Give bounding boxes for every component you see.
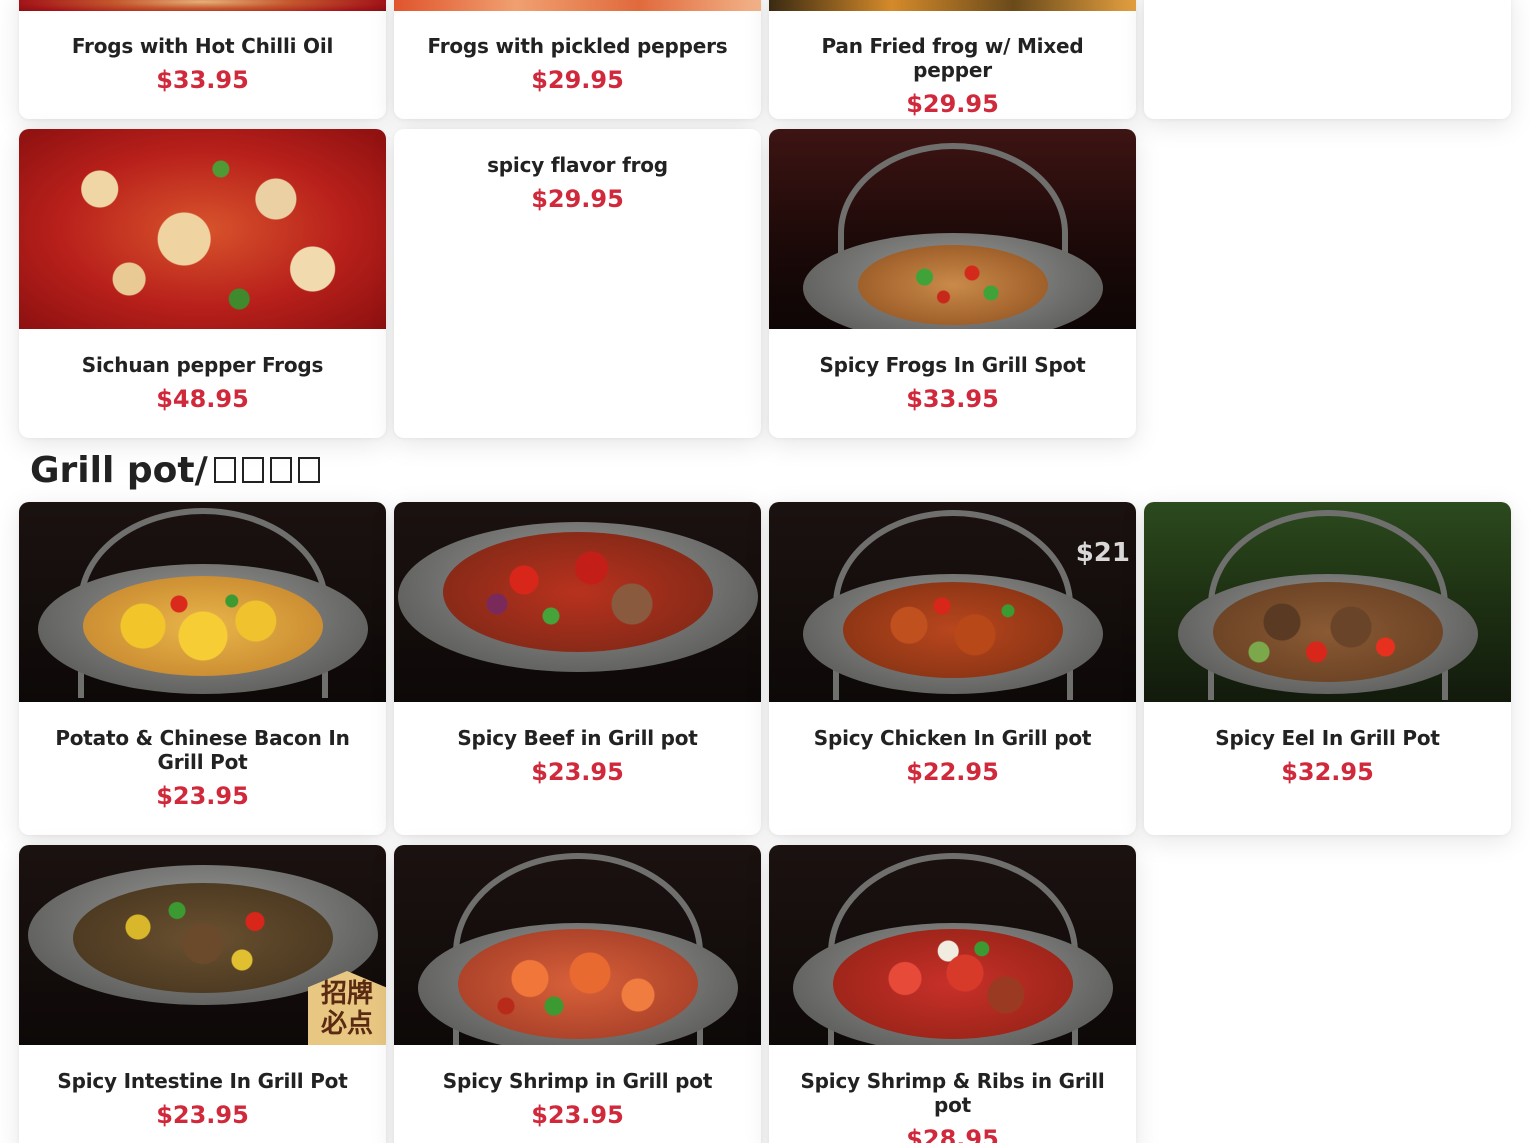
dish-photo: 招牌 必点 xyxy=(19,845,386,1045)
menu-item-card[interactable]: Spicy Frogs In Grill Spot $33.95 xyxy=(769,129,1136,438)
dish-price: $23.95 xyxy=(156,1101,249,1129)
dish-photo xyxy=(19,0,386,11)
dish-name: Frogs with Hot Chilli Oil xyxy=(71,34,334,58)
dish-photo xyxy=(769,129,1136,329)
dish-name: Spicy Intestine In Grill Pot xyxy=(57,1069,348,1093)
missing-glyph-icon xyxy=(213,457,236,483)
dish-name: Potato & Chinese Bacon In Grill Pot xyxy=(55,726,350,774)
menu-item-card-empty xyxy=(1144,0,1511,119)
dish-photo xyxy=(19,129,386,329)
missing-glyph-icon xyxy=(269,457,292,483)
menu-item-card[interactable]: Spicy Beef in Grill pot $23.95 xyxy=(394,502,761,835)
dish-price: $29.95 xyxy=(906,90,999,118)
menu-item-card[interactable]: Sichuan pepper Frogs $48.95 xyxy=(19,129,386,438)
dish-price: $29.95 xyxy=(531,185,624,213)
dish-name: Spicy Eel In Grill Pot xyxy=(1215,726,1440,750)
dish-price: $23.95 xyxy=(531,1101,624,1129)
dish-photo xyxy=(769,845,1136,1045)
dish-name: Spicy Shrimp & Ribs in Grill pot xyxy=(800,1069,1105,1117)
menu-item-card[interactable]: Spicy Shrimp in Grill pot $23.95 xyxy=(394,845,761,1143)
menu-item-card[interactable]: Potato & Chinese Bacon In Grill Pot $23.… xyxy=(19,502,386,835)
missing-glyph-icon xyxy=(241,457,264,483)
menu-item-card[interactable]: Spicy Eel In Grill Pot $32.95 xyxy=(1144,502,1511,835)
dish-photo: $21 xyxy=(769,502,1136,702)
dish-photo xyxy=(394,502,761,702)
dish-name: Frogs with pickled peppers xyxy=(427,34,728,58)
dish-price: $29.95 xyxy=(531,66,624,94)
menu-item-card[interactable]: Pan Fried frog w/ Mixed pepper $29.95 xyxy=(769,0,1136,119)
dish-photo xyxy=(394,845,761,1045)
menu-item-card[interactable]: $21 Spicy Chicken In Grill pot $22.95 xyxy=(769,502,1136,835)
dish-name: Sichuan pepper Frogs xyxy=(81,353,324,377)
photo-price-watermark: $21 xyxy=(1075,538,1130,568)
section-title-text: Grill pot/ xyxy=(30,450,208,491)
dish-price: $48.95 xyxy=(156,385,249,413)
dish-photo xyxy=(1144,502,1511,702)
dish-name: Spicy Beef in Grill pot xyxy=(457,726,698,750)
dish-name: Spicy Chicken In Grill pot xyxy=(813,726,1092,750)
menu-item-card[interactable]: Frogs with Hot Chilli Oil $33.95 xyxy=(19,0,386,119)
dish-photo xyxy=(19,502,386,702)
menu-item-card[interactable]: 招牌 必点 Spicy Intestine In Grill Pot $23.95 xyxy=(19,845,386,1143)
missing-glyph-icon xyxy=(297,457,320,483)
dish-price: $23.95 xyxy=(156,782,249,810)
menu-item-card[interactable]: spicy flavor frog $29.95 xyxy=(394,129,761,438)
dish-price: $33.95 xyxy=(156,66,249,94)
dish-price: $22.95 xyxy=(906,758,999,786)
dish-name: spicy flavor frog xyxy=(487,153,668,177)
dish-name: Spicy Shrimp in Grill pot xyxy=(442,1069,713,1093)
dish-price: $23.95 xyxy=(531,758,624,786)
dish-name: Spicy Frogs In Grill Spot xyxy=(819,353,1086,377)
dish-price: $28.95 xyxy=(906,1125,999,1143)
menu-item-card[interactable]: Frogs with pickled peppers $29.95 xyxy=(394,0,761,119)
dish-name: Pan Fried frog w/ Mixed pepper xyxy=(821,34,1084,82)
dish-photo xyxy=(394,0,761,11)
section-title: Grill pot/ xyxy=(30,448,320,494)
dish-price: $32.95 xyxy=(1281,758,1374,786)
dish-photo xyxy=(769,0,1136,11)
menu-item-card[interactable]: Spicy Shrimp & Ribs in Grill pot $28.95 xyxy=(769,845,1136,1143)
dish-price: $33.95 xyxy=(906,385,999,413)
